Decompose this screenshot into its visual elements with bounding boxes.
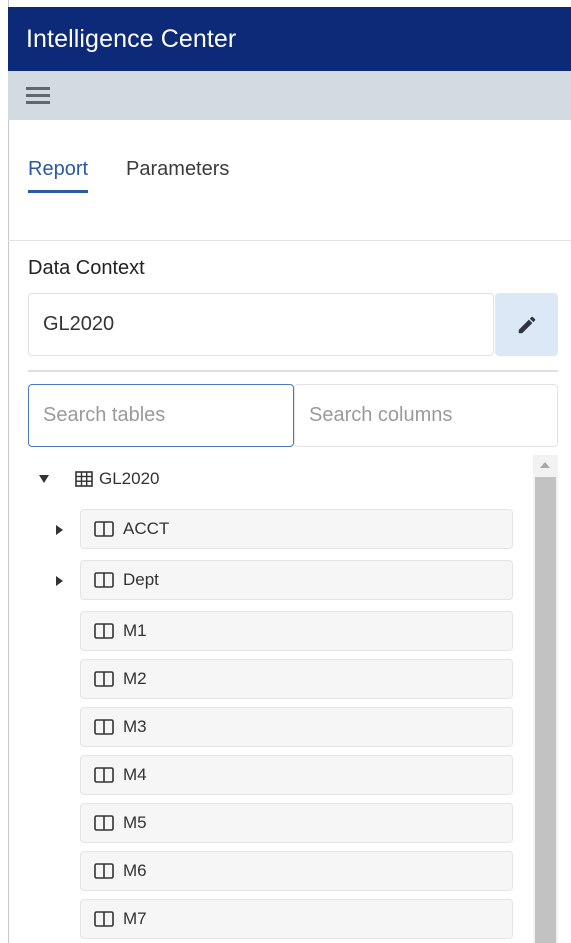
tree-item: M3: [28, 707, 533, 749]
table-tree: GL2020 ACCT Dept M1 M2 M3 M4 M5 M6 M7: [28, 455, 533, 943]
tree-item: M6: [28, 851, 533, 893]
column-icon: [94, 623, 114, 639]
hamburger-menu-icon[interactable]: [26, 86, 50, 105]
tree-item: M2: [28, 659, 533, 701]
tabs-divider: [8, 240, 571, 241]
tree-item: M7: [28, 899, 533, 941]
data-context-value: GL2020: [43, 313, 115, 335]
data-context-divider: [28, 370, 558, 372]
collapsed-caret-icon[interactable]: [56, 525, 63, 535]
tree-item-label: M4: [123, 765, 147, 784]
expand-caret-icon[interactable]: [39, 475, 49, 483]
tree-item-dept[interactable]: Dept: [80, 560, 513, 600]
app-title: Intelligence Center: [26, 24, 237, 53]
tree-item-label: M6: [123, 861, 147, 880]
tree-item-m5[interactable]: M5: [80, 803, 513, 843]
tree-root-label: GL2020: [99, 469, 160, 488]
column-icon: [94, 767, 114, 783]
tree-item-label: M7: [123, 909, 147, 928]
tab-parameters[interactable]: Parameters: [126, 158, 229, 193]
tree-item-label: M5: [123, 813, 147, 832]
tree-item: M5: [28, 803, 533, 845]
tree-item-m1[interactable]: M1: [80, 611, 513, 651]
column-icon: [94, 572, 114, 588]
tree-item-m7[interactable]: M7: [80, 899, 513, 939]
tree-item: M4: [28, 755, 533, 797]
column-icon: [94, 815, 114, 831]
tree-item-acct[interactable]: ACCT: [80, 509, 513, 549]
tab-report[interactable]: Report: [28, 158, 89, 193]
column-icon: [94, 911, 114, 927]
edit-data-context-button[interactable]: [495, 293, 558, 356]
tree-item-label: Dept: [123, 570, 159, 589]
column-icon: [94, 671, 114, 687]
tree-root-row[interactable]: GL2020: [28, 465, 160, 493]
data-context-label: Data Context: [28, 257, 145, 279]
data-context-field: GL2020: [28, 293, 494, 356]
search-columns-input[interactable]: [294, 384, 558, 447]
tree-item-label: M1: [123, 621, 147, 640]
toolbar: [8, 71, 571, 120]
tree-scrollbar[interactable]: [533, 455, 558, 943]
tab-bar: Report Parameters: [28, 158, 229, 193]
tree-item-m3[interactable]: M3: [80, 707, 513, 747]
tree-item-label: M2: [123, 669, 147, 688]
column-icon: [94, 521, 114, 537]
tree-item-m6[interactable]: M6: [80, 851, 513, 891]
column-icon: [94, 863, 114, 879]
scroll-up-arrow-icon[interactable]: [540, 462, 550, 468]
pencil-icon: [518, 316, 535, 333]
tree-item: ACCT: [28, 509, 533, 551]
column-icon: [94, 719, 114, 735]
window-left-edge: [0, 0, 9, 943]
tree-item-label: M3: [123, 717, 147, 736]
window-top-edge: [0, 0, 571, 7]
scrollbar-thumb[interactable]: [535, 477, 556, 943]
tree-item: M1: [28, 611, 533, 653]
tree-item-m4[interactable]: M4: [80, 755, 513, 795]
collapsed-caret-icon[interactable]: [56, 576, 63, 586]
search-tables-input[interactable]: [28, 384, 294, 447]
tree-item-m2[interactable]: M2: [80, 659, 513, 699]
tree-item: Dept: [28, 560, 533, 602]
app-header: Intelligence Center: [8, 7, 571, 71]
table-grid-icon: [75, 471, 93, 487]
tree-item-label: ACCT: [123, 519, 170, 538]
